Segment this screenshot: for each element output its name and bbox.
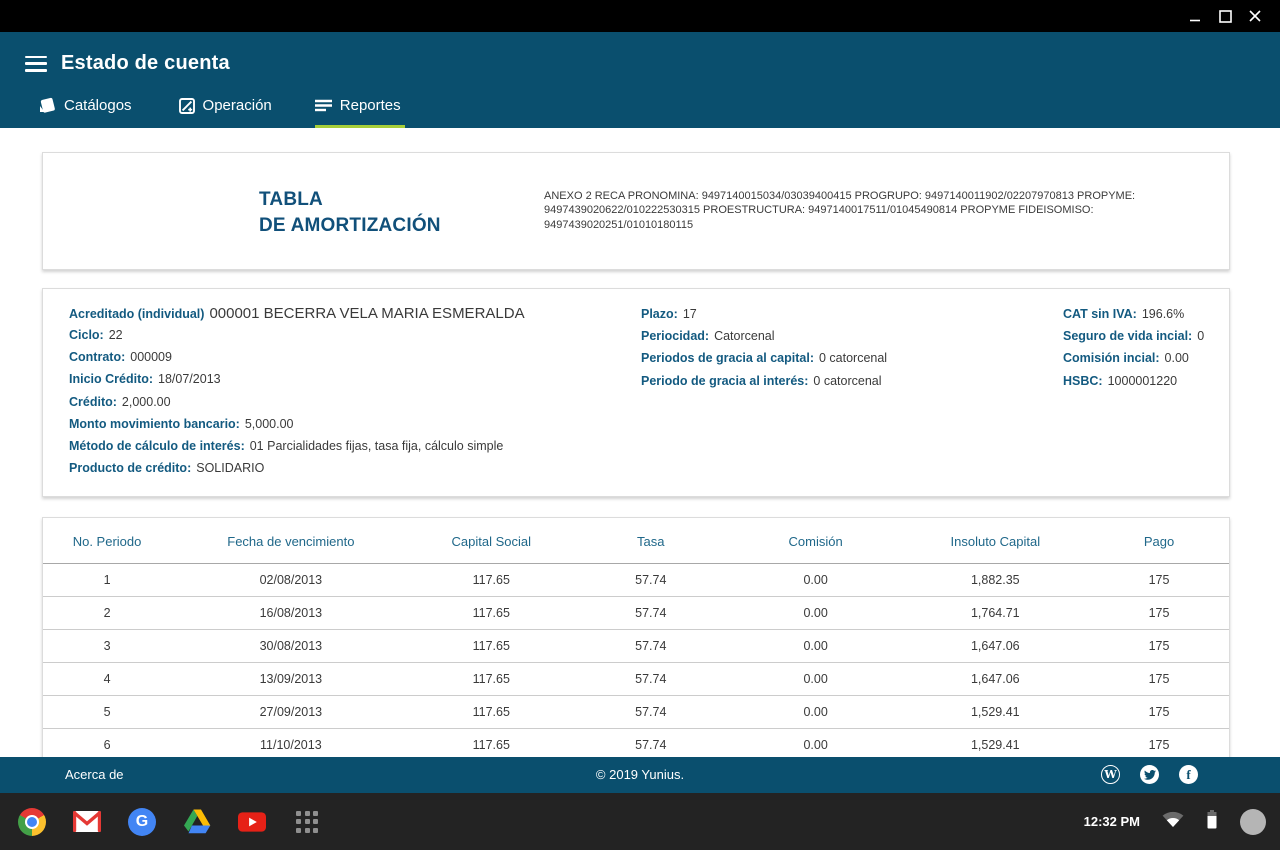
table-row: 102/08/2013117.6557.740.001,882.35175 [43, 564, 1229, 597]
column-header: Fecha de vencimiento [171, 518, 411, 564]
apps-grid-icon[interactable] [293, 808, 321, 836]
detail-item: Periodos de gracia al capital:0 catorcen… [641, 351, 1041, 365]
screen: Estado de cuenta Catálogos [0, 0, 1280, 850]
detail-item: Periodo de gracia al interés:0 catorcena… [641, 374, 1041, 388]
detail-item: Periocidad:Catorcenal [641, 329, 1041, 343]
status-tray[interactable]: 12:32 PM [1084, 793, 1266, 850]
facebook-icon[interactable]: f [1179, 765, 1198, 784]
drive-icon[interactable] [183, 808, 211, 836]
app-header: Estado de cuenta Catálogos [0, 32, 1280, 128]
column-header: Tasa [572, 518, 730, 564]
wifi-icon [1162, 811, 1184, 833]
youtube-icon[interactable] [238, 808, 266, 836]
column-header: Comisión [730, 518, 902, 564]
detail-item: HSBC:1000001220 [1063, 374, 1228, 388]
detail-item: Producto de crédito:SOLIDARIO [69, 461, 629, 475]
window-titlebar [0, 0, 1280, 32]
detail-item: Contrato:000009 [69, 350, 629, 364]
twitter-icon[interactable] [1140, 765, 1159, 784]
credit-details-card: Acreditado (individual)000001 BECERRA VE… [42, 288, 1230, 497]
battery-icon [1206, 810, 1218, 834]
details-middle-column: Plazo:17 Periocidad:Catorcenal Periodos … [641, 307, 1041, 396]
chrome-icon[interactable] [18, 808, 46, 836]
tab-label: Operación [203, 97, 272, 114]
taskbar: G 12:32 PM [0, 793, 1280, 850]
app-footer: Acerca de © 2019 Yunius. W f [0, 757, 1280, 793]
close-button[interactable] [1240, 0, 1270, 32]
detail-item: Comisión incial:0.00 [1063, 351, 1228, 365]
detail-item: Crédito:2,000.00 [69, 395, 629, 409]
amortization-table-card: No. Periodo Fecha de vencimiento Capital… [42, 517, 1230, 798]
amortization-table: No. Periodo Fecha de vencimiento Capital… [43, 518, 1229, 762]
tab-label: Catálogos [64, 97, 132, 114]
operation-icon [179, 98, 195, 114]
taskbar-apps: G [18, 793, 321, 850]
tab-catalogos[interactable]: Catálogos [38, 97, 132, 128]
detail-item: Ciclo:22 [69, 328, 629, 342]
about-link[interactable]: Acerca de [65, 767, 124, 782]
gmail-icon[interactable] [73, 808, 101, 836]
tab-operacion[interactable]: Operación [179, 97, 272, 128]
column-header: No. Periodo [43, 518, 171, 564]
wordpress-icon[interactable]: W [1101, 765, 1120, 784]
copyright-text: © 2019 Yunius. [596, 767, 684, 782]
minimize-button[interactable] [1180, 0, 1210, 32]
account-avatar[interactable] [1240, 809, 1266, 835]
table-row: 527/09/2013117.6557.740.001,529.41175 [43, 696, 1229, 729]
report-header-card: TABLA DE AMORTIZACIÓN ANEXO 2 RECA PRONO… [42, 152, 1230, 270]
column-header: Insoluto Capital [902, 518, 1089, 564]
report-title: TABLA DE AMORTIZACIÓN [259, 187, 441, 239]
tab-reportes[interactable]: Reportes [315, 97, 401, 128]
detail-item: Monto movimiento bancario:5,000.00 [69, 417, 629, 431]
details-right-column: CAT sin IVA:196.6% Seguro de vida incial… [1063, 307, 1228, 396]
catalogs-icon [38, 97, 56, 114]
detail-item: Acreditado (individual)000001 BECERRA VE… [69, 307, 629, 321]
tab-label: Reportes [340, 97, 401, 114]
clock: 12:32 PM [1084, 814, 1140, 829]
social-links: W f [1101, 765, 1198, 784]
page-title: Estado de cuenta [61, 52, 230, 75]
column-header: Capital Social [411, 518, 572, 564]
maximize-button[interactable] [1210, 0, 1240, 32]
reports-icon [315, 99, 332, 112]
details-left-column: Acreditado (individual)000001 BECERRA VE… [69, 307, 629, 483]
table-header-row: No. Periodo Fecha de vencimiento Capital… [43, 518, 1229, 564]
nav-tabs: Catálogos Operación [38, 97, 401, 128]
detail-item: Método de cálculo de interés:01 Parciali… [69, 439, 629, 453]
detail-item: Plazo:17 [641, 307, 1041, 321]
anexo-text: ANEXO 2 RECA PRONOMINA: 9497140015034/03… [544, 189, 1194, 232]
window-controls [1180, 0, 1270, 32]
detail-item: Inicio Crédito:18/07/2013 [69, 372, 629, 386]
table-row: 330/08/2013117.6557.740.001,647.06175 [43, 630, 1229, 663]
detail-item: Seguro de vida incial:0 [1063, 329, 1228, 343]
google-icon[interactable]: G [128, 808, 156, 836]
table-row: 413/09/2013117.6557.740.001,647.06175 [43, 663, 1229, 696]
column-header: Pago [1089, 518, 1229, 564]
detail-item: CAT sin IVA:196.6% [1063, 307, 1228, 321]
table-row: 216/08/2013117.6557.740.001,764.71175 [43, 597, 1229, 630]
menu-icon[interactable] [25, 56, 47, 72]
